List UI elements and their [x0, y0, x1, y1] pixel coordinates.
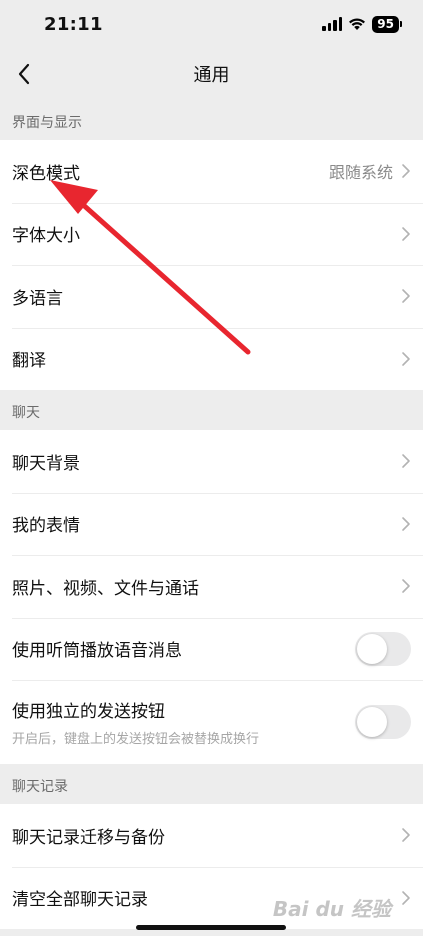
group-chat: 聊天背景 我的表情 照片、视频、文件与通话 使用听筒播放语音消息 使用独立的发送… — [0, 430, 423, 764]
chevron-right-icon — [402, 454, 410, 469]
cellular-signal-icon — [322, 17, 343, 31]
row-label: 翻译 — [12, 351, 46, 372]
status-time: 21:11 — [44, 13, 103, 35]
row-earpiece-playback: 使用听筒播放语音消息 — [0, 617, 423, 681]
row-label: 深色模式 — [12, 163, 80, 184]
row-label: 使用听筒播放语音消息 — [12, 641, 182, 662]
chevron-left-icon — [18, 63, 30, 85]
row-separate-send-button: 使用独立的发送按钮 开启后，键盘上的发送按钮会被替换成换行 — [0, 680, 423, 764]
row-label: 聊天记录迁移与备份 — [12, 827, 165, 848]
row-label: 我的表情 — [12, 516, 80, 537]
row-my-stickers[interactable]: 我的表情 — [0, 492, 423, 556]
row-chat-background[interactable]: 聊天背景 — [0, 430, 423, 493]
chevron-right-icon — [402, 828, 410, 843]
section-header-chat: 聊天 — [12, 405, 40, 421]
chevron-right-icon — [402, 351, 410, 366]
toggle-knob — [357, 707, 387, 737]
chevron-right-icon — [402, 289, 410, 304]
row-migrate-backup[interactable]: 聊天记录迁移与备份 — [0, 804, 423, 867]
row-label: 照片、视频、文件与通话 — [12, 578, 199, 599]
wifi-icon — [349, 18, 366, 30]
earpiece-toggle[interactable] — [355, 631, 411, 666]
send-button-toggle[interactable] — [355, 705, 411, 739]
chevron-right-icon — [402, 164, 410, 179]
row-label: 使用独立的发送按钮 — [12, 702, 165, 722]
status-icons: 95 — [322, 15, 402, 33]
group-display: 深色模式 跟随系统 字体大小 多语言 翻译 — [0, 140, 423, 390]
nav-bar: 通用 — [0, 48, 423, 100]
row-description: 开启后，键盘上的发送按钮会被替换成换行 — [12, 732, 260, 747]
watermark-logo: Bai du 经验 — [272, 897, 391, 921]
section-header-chat-history: 聊天记录 — [12, 779, 68, 795]
back-button[interactable] — [10, 60, 38, 88]
row-value: 跟随系统 — [328, 163, 393, 183]
status-bar: 21:11 95 — [0, 0, 423, 48]
toggle-knob — [357, 633, 387, 664]
home-indicator — [136, 925, 286, 930]
battery-icon: 95 — [372, 15, 402, 33]
chevron-right-icon — [402, 890, 410, 905]
row-media-files-calls[interactable]: 照片、视频、文件与通话 — [0, 555, 423, 618]
row-dark-mode[interactable]: 深色模式 跟随系统 — [0, 140, 423, 203]
row-translate[interactable]: 翻译 — [0, 327, 423, 391]
row-label: 清空全部聊天记录 — [12, 890, 148, 911]
row-language[interactable]: 多语言 — [0, 265, 423, 328]
page-title: 通用 — [193, 65, 230, 86]
row-label: 聊天背景 — [12, 453, 80, 474]
row-font-size[interactable]: 字体大小 — [0, 202, 423, 266]
row-label: 多语言 — [12, 288, 63, 309]
chevron-right-icon — [402, 579, 410, 594]
chevron-right-icon — [402, 516, 410, 531]
row-label: 字体大小 — [12, 226, 80, 247]
section-header-display: 界面与显示 — [12, 115, 82, 131]
chevron-right-icon — [402, 226, 410, 241]
